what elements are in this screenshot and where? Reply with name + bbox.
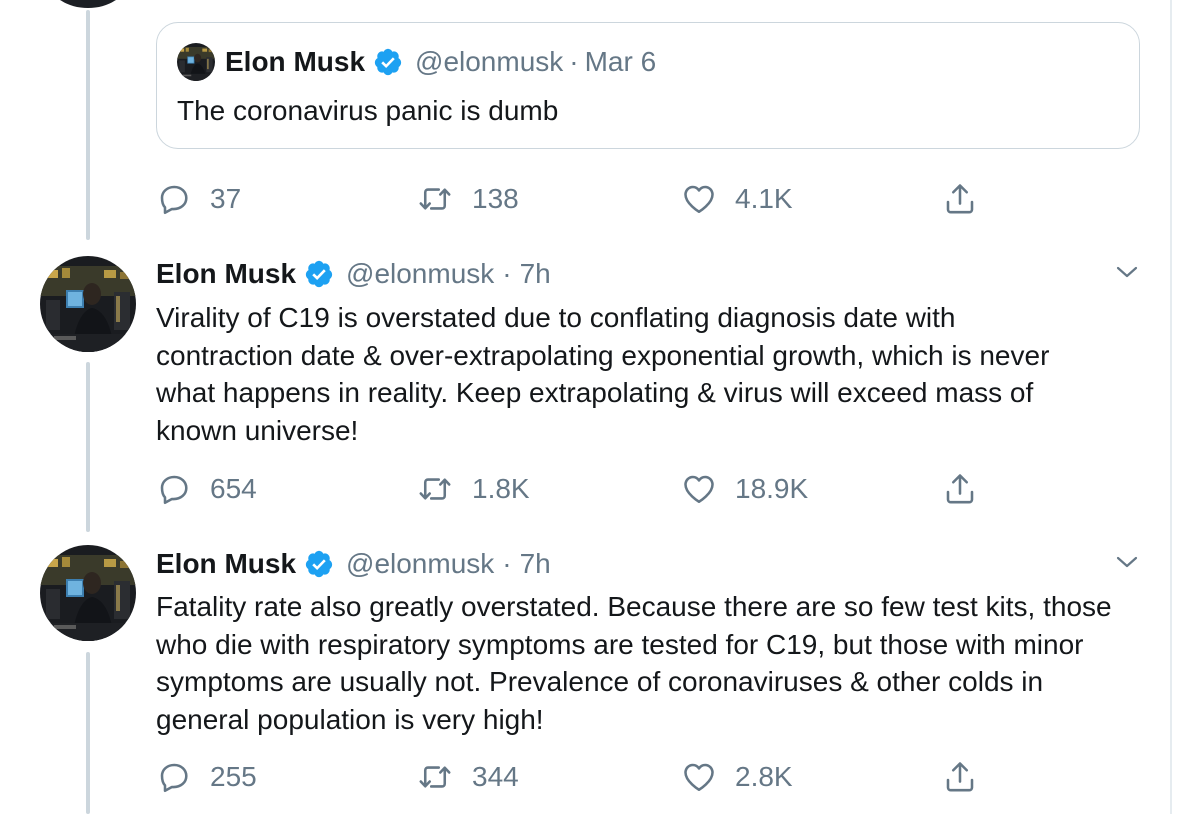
tweet-text-line: what happens in reality. Keep extrapolat… [156,377,1034,408]
tweet-text-line: contraction date & over-extrapolating ex… [156,339,1050,371]
tweet-text-line: who die with respiratory symptoms are te… [156,628,1084,660]
share-button[interactable] [942,181,978,217]
thread-connector-line [86,10,90,240]
author-handle[interactable]: @elonmusk [415,44,563,80]
avatar-image [40,545,136,641]
retweet-count: 1.8K [472,473,530,504]
quoted-tweet-text: The coronavirus panic is dumb [177,95,559,126]
timeline-right-border [1170,0,1172,814]
tweet-text-line: known universe! [156,414,359,446]
retweet-icon [416,181,454,217]
retweet-button[interactable]: 138 [416,181,519,217]
like-icon [681,759,717,795]
tweet-menu-caret[interactable] [1113,552,1141,572]
avatar[interactable] [40,545,136,641]
meta-separator: · [502,258,512,289]
reply-icon [156,759,192,795]
tweet-text-line: Virality of C19 is overstated due to con… [156,302,956,333]
reply-count: 255 [210,761,257,792]
thread-connector-line [86,362,90,532]
share-button[interactable] [942,471,978,507]
retweet-button[interactable]: 1.8K [416,471,530,507]
tweet-text-line: general population is very high! [156,703,544,735]
reply-icon [156,181,192,217]
like-icon [681,181,717,217]
meta-separator: · [502,548,512,579]
tweet-actions: 654 1.8K 18.9K [156,471,1016,507]
tweet-timestamp[interactable]: Mar 6 [585,44,657,80]
tweet-header: Elon Musk @elonmusk · 7h [156,546,551,582]
tweet-actions: 255 344 2.8K [156,759,1016,795]
tweet-menu-caret[interactable] [1113,262,1141,282]
avatar[interactable] [40,256,136,352]
verified-badge-icon [304,549,334,579]
share-icon [942,181,978,217]
like-count: 4.1K [735,183,793,214]
reply-button[interactable]: 255 [156,759,257,795]
tweet-timestamp[interactable]: 7h [520,256,551,292]
reply-count: 37 [210,183,242,214]
share-button[interactable] [942,759,978,795]
retweet-icon [416,471,454,507]
avatar[interactable] [177,43,215,81]
author-name[interactable]: Elon Musk [225,44,365,80]
retweet-icon [416,759,454,795]
tweet-text: Virality of C19 is overstated due to con… [156,299,1156,449]
avatar-image [40,256,136,352]
share-icon [942,759,978,795]
tweet-actions: 37 138 4.1K [156,181,1016,217]
share-icon [942,471,978,507]
retweet-count: 138 [472,183,519,214]
reply-button[interactable]: 654 [156,471,257,507]
like-icon [681,471,717,507]
author-handle[interactable]: @elonmusk [346,256,494,292]
thread-connector-line [86,652,90,814]
tweet-text-line: symptoms are usually not. Prevalence of … [156,666,1044,697]
reply-count: 654 [210,473,257,504]
like-count: 2.8K [735,761,793,792]
tweet-text: Fatality rate also greatly overstated. B… [156,588,1156,738]
reply-button[interactable]: 37 [156,181,241,217]
verified-badge-icon [373,47,403,77]
tweet-timestamp[interactable]: 7h [520,546,551,582]
author-handle[interactable]: @elonmusk [346,546,494,582]
like-button[interactable]: 18.9K [681,471,808,507]
quoted-tweet-card[interactable]: Elon Musk @elonmusk · Mar 6 The coronavi… [156,22,1140,149]
tweet-header: Elon Musk @elonmusk · 7h [156,256,551,292]
previous-tweet-avatar[interactable] [50,0,126,8]
like-button[interactable]: 2.8K [681,759,793,795]
tweet-text-line: Fatality rate also greatly overstated. B… [156,591,1112,622]
reply-icon [156,471,192,507]
author-name[interactable]: Elon Musk [156,256,296,292]
like-button[interactable]: 4.1K [681,181,793,217]
author-name[interactable]: Elon Musk [156,546,296,582]
chevron-down-icon [1113,262,1141,282]
avatar-image [177,43,215,81]
quoted-tweet-header: Elon Musk @elonmusk · Mar 6 [225,44,656,80]
chevron-down-icon [1113,552,1141,572]
retweet-count: 344 [472,761,519,792]
meta-separator: · [569,46,579,77]
like-count: 18.9K [735,473,809,504]
verified-badge-icon [304,259,334,289]
retweet-button[interactable]: 344 [416,759,519,795]
